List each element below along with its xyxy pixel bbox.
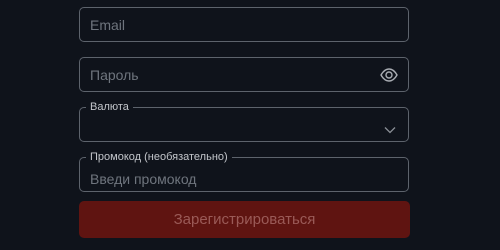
registration-form: Валюта Промокод (необязательно) Зарегист… xyxy=(0,0,500,250)
currency-label: Валюта xyxy=(86,100,133,114)
eye-icon[interactable] xyxy=(380,67,398,83)
promo-code-label: Промокод (необязательно) xyxy=(86,150,232,164)
email-input[interactable] xyxy=(90,8,368,41)
currency-select[interactable]: Валюта xyxy=(79,100,409,142)
register-button[interactable]: Зарегистрироваться xyxy=(79,201,410,238)
promo-code-field[interactable]: Промокод (необязательно) xyxy=(79,150,409,192)
password-field[interactable] xyxy=(79,57,409,92)
email-field[interactable] xyxy=(79,7,409,42)
promo-code-input[interactable] xyxy=(90,166,368,191)
chevron-down-icon[interactable] xyxy=(384,121,396,134)
password-input[interactable] xyxy=(90,58,368,91)
